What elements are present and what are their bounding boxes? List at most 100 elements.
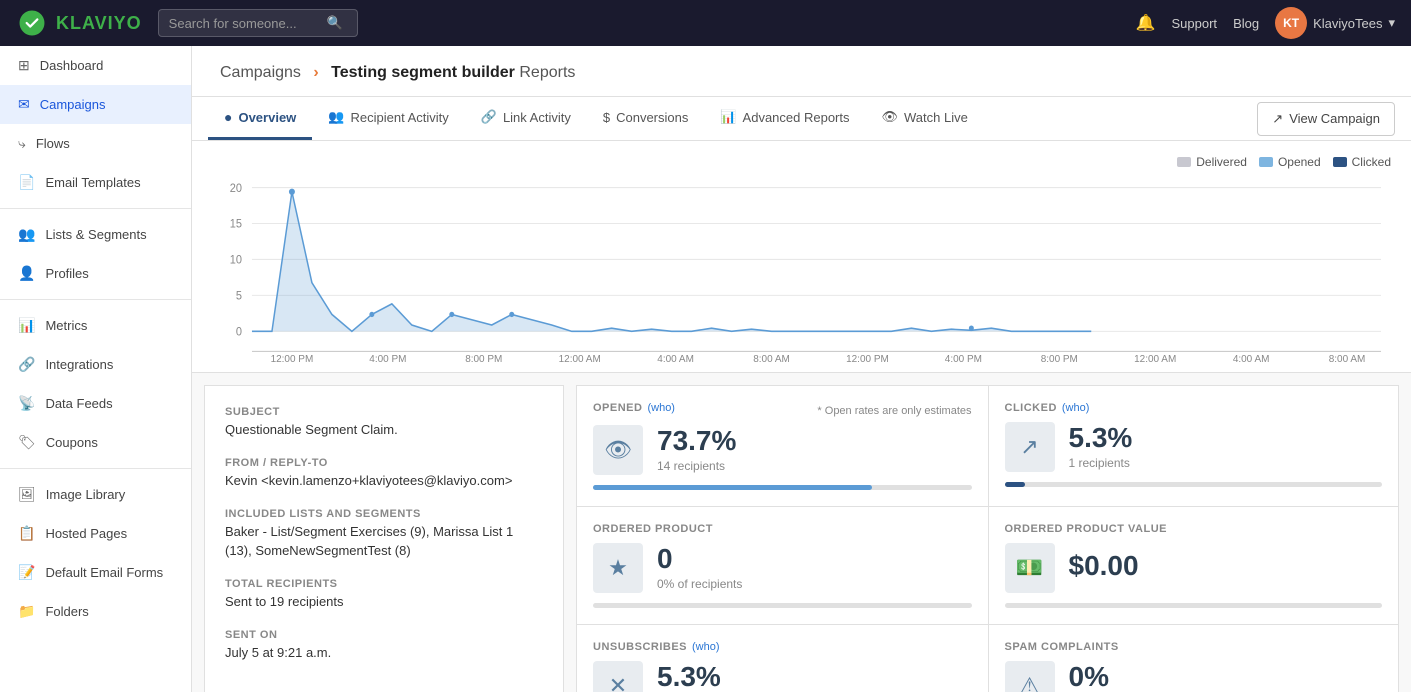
tab-label: Link Activity (503, 110, 571, 125)
tab-recipient-activity[interactable]: 👥 Recipient Activity (312, 97, 464, 140)
sidebar-item-email-templates[interactable]: 📄 Email Templates (0, 163, 191, 202)
sidebar-item-flows[interactable]: ⤷ Flows (0, 124, 191, 163)
sidebar-item-label: Flows (36, 136, 70, 151)
metric-value-ordered-product: 0 (657, 545, 972, 573)
metric-progress-bar-clicked (1005, 482, 1025, 487)
chart-svg: 20 15 10 5 0 12:00 PM 4:00 PM 8:00 PM 12… (212, 177, 1391, 362)
campaign-detail-panel: SUBJECT Questionable Segment Claim. FROM… (204, 385, 564, 692)
sidebar-item-label: Data Feeds (45, 396, 112, 411)
svg-text:4:00 PM: 4:00 PM (369, 354, 406, 362)
tab-conversions[interactable]: $ Conversions (587, 98, 705, 140)
from-value: Kevin <kevin.lamenzo+klaviyotees@klaviyo… (225, 472, 543, 490)
search-input[interactable] (169, 16, 319, 31)
legend-delivered: Delivered (1177, 155, 1247, 169)
metric-value-area-ordered-product: 0 0% of recipients (657, 545, 972, 591)
svg-text:8:00 AM: 8:00 AM (753, 354, 790, 362)
blog-link[interactable]: Blog (1233, 16, 1259, 31)
metric-header-spam-complaints: SPAM COMPLAINTS (1005, 641, 1383, 653)
legend-delivered-label: Delivered (1196, 155, 1247, 169)
sidebar-item-profiles[interactable]: 👤 Profiles (0, 254, 191, 293)
total-label: TOTAL RECIPIENTS (225, 578, 543, 590)
legend-opened-label: Opened (1278, 155, 1321, 169)
metric-card-spam-complaints: SPAM COMPLAINTS ⚠ 0% 0 recipients (988, 625, 1400, 692)
link-activity-icon: 🔗 (481, 109, 497, 125)
metric-body-ordered-product: ★ 0 0% of recipients (593, 543, 972, 593)
tab-bar: ● Overview 👥 Recipient Activity 🔗 Link A… (192, 97, 1411, 141)
sidebar-item-label: Coupons (46, 435, 98, 450)
lists-segments-icon: 👥 (18, 226, 35, 243)
tab-label: Advanced Reports (743, 110, 850, 125)
logo-text: KLAVIYO (56, 13, 142, 34)
data-feeds-icon: 📡 (18, 395, 35, 412)
overview-icon: ● (224, 109, 232, 125)
metric-title-opened: OPENED (593, 402, 642, 414)
sidebar-item-integrations[interactable]: 🔗 Integrations (0, 345, 191, 384)
subject-section: SUBJECT Questionable Segment Claim. (225, 406, 543, 439)
sidebar-item-coupons[interactable]: 🏷 Coupons (0, 423, 191, 462)
metric-header-clicked: CLICKED (who) (1005, 402, 1383, 414)
tab-watch-live[interactable]: 👁 Watch Live (866, 97, 984, 140)
search-box[interactable]: 🔍 (158, 9, 358, 37)
hosted-pages-icon: 📋 (18, 525, 35, 542)
tab-overview[interactable]: ● Overview (208, 97, 312, 140)
metric-header-ordered-product: ORDERED PRODUCT (593, 523, 972, 535)
notifications-icon[interactable]: 🔔 (1136, 13, 1156, 33)
tab-link-activity[interactable]: 🔗 Link Activity (465, 97, 587, 140)
main-layout: ⊞ Dashboard ✉ Campaigns ⤷ Flows 📄 Email … (0, 46, 1411, 692)
sidebar-item-default-email-forms[interactable]: 📝 Default Email Forms (0, 553, 191, 592)
sidebar-item-campaigns[interactable]: ✉ Campaigns (0, 85, 191, 124)
included-label: INCLUDED LISTS AND SEGMENTS (225, 508, 543, 520)
sidebar-item-hosted-pages[interactable]: 📋 Hosted Pages (0, 514, 191, 553)
sidebar-item-metrics[interactable]: 📊 Metrics (0, 306, 191, 345)
sidebar-item-label: Email Templates (45, 175, 140, 190)
svg-text:15: 15 (230, 218, 242, 230)
breadcrumb-campaigns[interactable]: Campaigns (220, 64, 301, 81)
support-link[interactable]: Support (1172, 16, 1218, 31)
conversions-icon: $ (603, 110, 610, 125)
sent-value: July 5 at 9:21 a.m. (225, 644, 543, 662)
delivered-color (1177, 157, 1191, 167)
legend-opened: Opened (1259, 155, 1321, 169)
subject-value: Questionable Segment Claim. (225, 421, 543, 439)
svg-text:8:00 PM: 8:00 PM (1041, 354, 1078, 362)
from-label: FROM / REPLY-TO (225, 457, 543, 469)
svg-text:10: 10 (230, 254, 242, 266)
metric-value-area-ordered-product-value: $0.00 (1069, 552, 1383, 584)
chevron-down-icon: ▾ (1388, 15, 1395, 31)
tab-advanced-reports[interactable]: 📊 Advanced Reports (704, 97, 865, 140)
sidebar-item-label: Campaigns (40, 97, 106, 112)
svg-text:12:00 AM: 12:00 AM (559, 354, 601, 362)
folders-icon: 📁 (18, 603, 35, 620)
svg-text:12:00 PM: 12:00 PM (846, 354, 889, 362)
user-menu[interactable]: KT KlaviyoTees ▾ (1275, 7, 1395, 39)
metric-body-ordered-product-value: 💵 $0.00 (1005, 543, 1383, 593)
metric-who-unsubscribes[interactable]: (who) (692, 641, 720, 653)
metric-header-opened: OPENED (who) * Open rates are only estim… (593, 402, 972, 417)
tab-label: Watch Live (904, 110, 968, 125)
sidebar-item-label: Folders (45, 604, 88, 619)
metric-value-opened: 73.7% (657, 427, 972, 455)
sidebar-item-image-library[interactable]: 🖼 Image Library (0, 475, 191, 514)
svg-text:5: 5 (236, 290, 242, 302)
image-library-icon: 🖼 (18, 486, 36, 503)
sidebar-divider-1 (0, 208, 191, 209)
svg-text:8:00 AM: 8:00 AM (1329, 354, 1366, 362)
metric-icon-spam-complaints: ⚠ (1005, 661, 1055, 692)
sidebar-item-label: Lists & Segments (45, 227, 146, 242)
metric-card-ordered-product-value: ORDERED PRODUCT VALUE 💵 $0.00 (988, 507, 1400, 625)
metric-header-ordered-product-value: ORDERED PRODUCT VALUE (1005, 523, 1383, 535)
breadcrumb-bar: Campaigns › Testing segment builder Repo… (192, 46, 1411, 97)
sidebar-item-folders[interactable]: 📁 Folders (0, 592, 191, 631)
sidebar-item-dashboard[interactable]: ⊞ Dashboard (0, 46, 191, 85)
metric-sub-clicked: 1 recipients (1069, 456, 1383, 470)
metric-who-clicked[interactable]: (who) (1062, 402, 1090, 414)
logo[interactable]: KLAVIYO (16, 7, 142, 39)
sidebar-item-lists-segments[interactable]: 👥 Lists & Segments (0, 215, 191, 254)
breadcrumb-page: Reports (519, 64, 575, 81)
chart-legend: Delivered Opened Clicked (1177, 155, 1391, 169)
sidebar-item-data-feeds[interactable]: 📡 Data Feeds (0, 384, 191, 423)
metric-who-opened[interactable]: (who) (647, 402, 675, 414)
forms-icon: 📝 (18, 564, 35, 581)
metric-value-area-unsubscribes: 5.3% 1 recipients (657, 663, 972, 692)
view-campaign-button[interactable]: ↗ View Campaign (1257, 102, 1395, 136)
